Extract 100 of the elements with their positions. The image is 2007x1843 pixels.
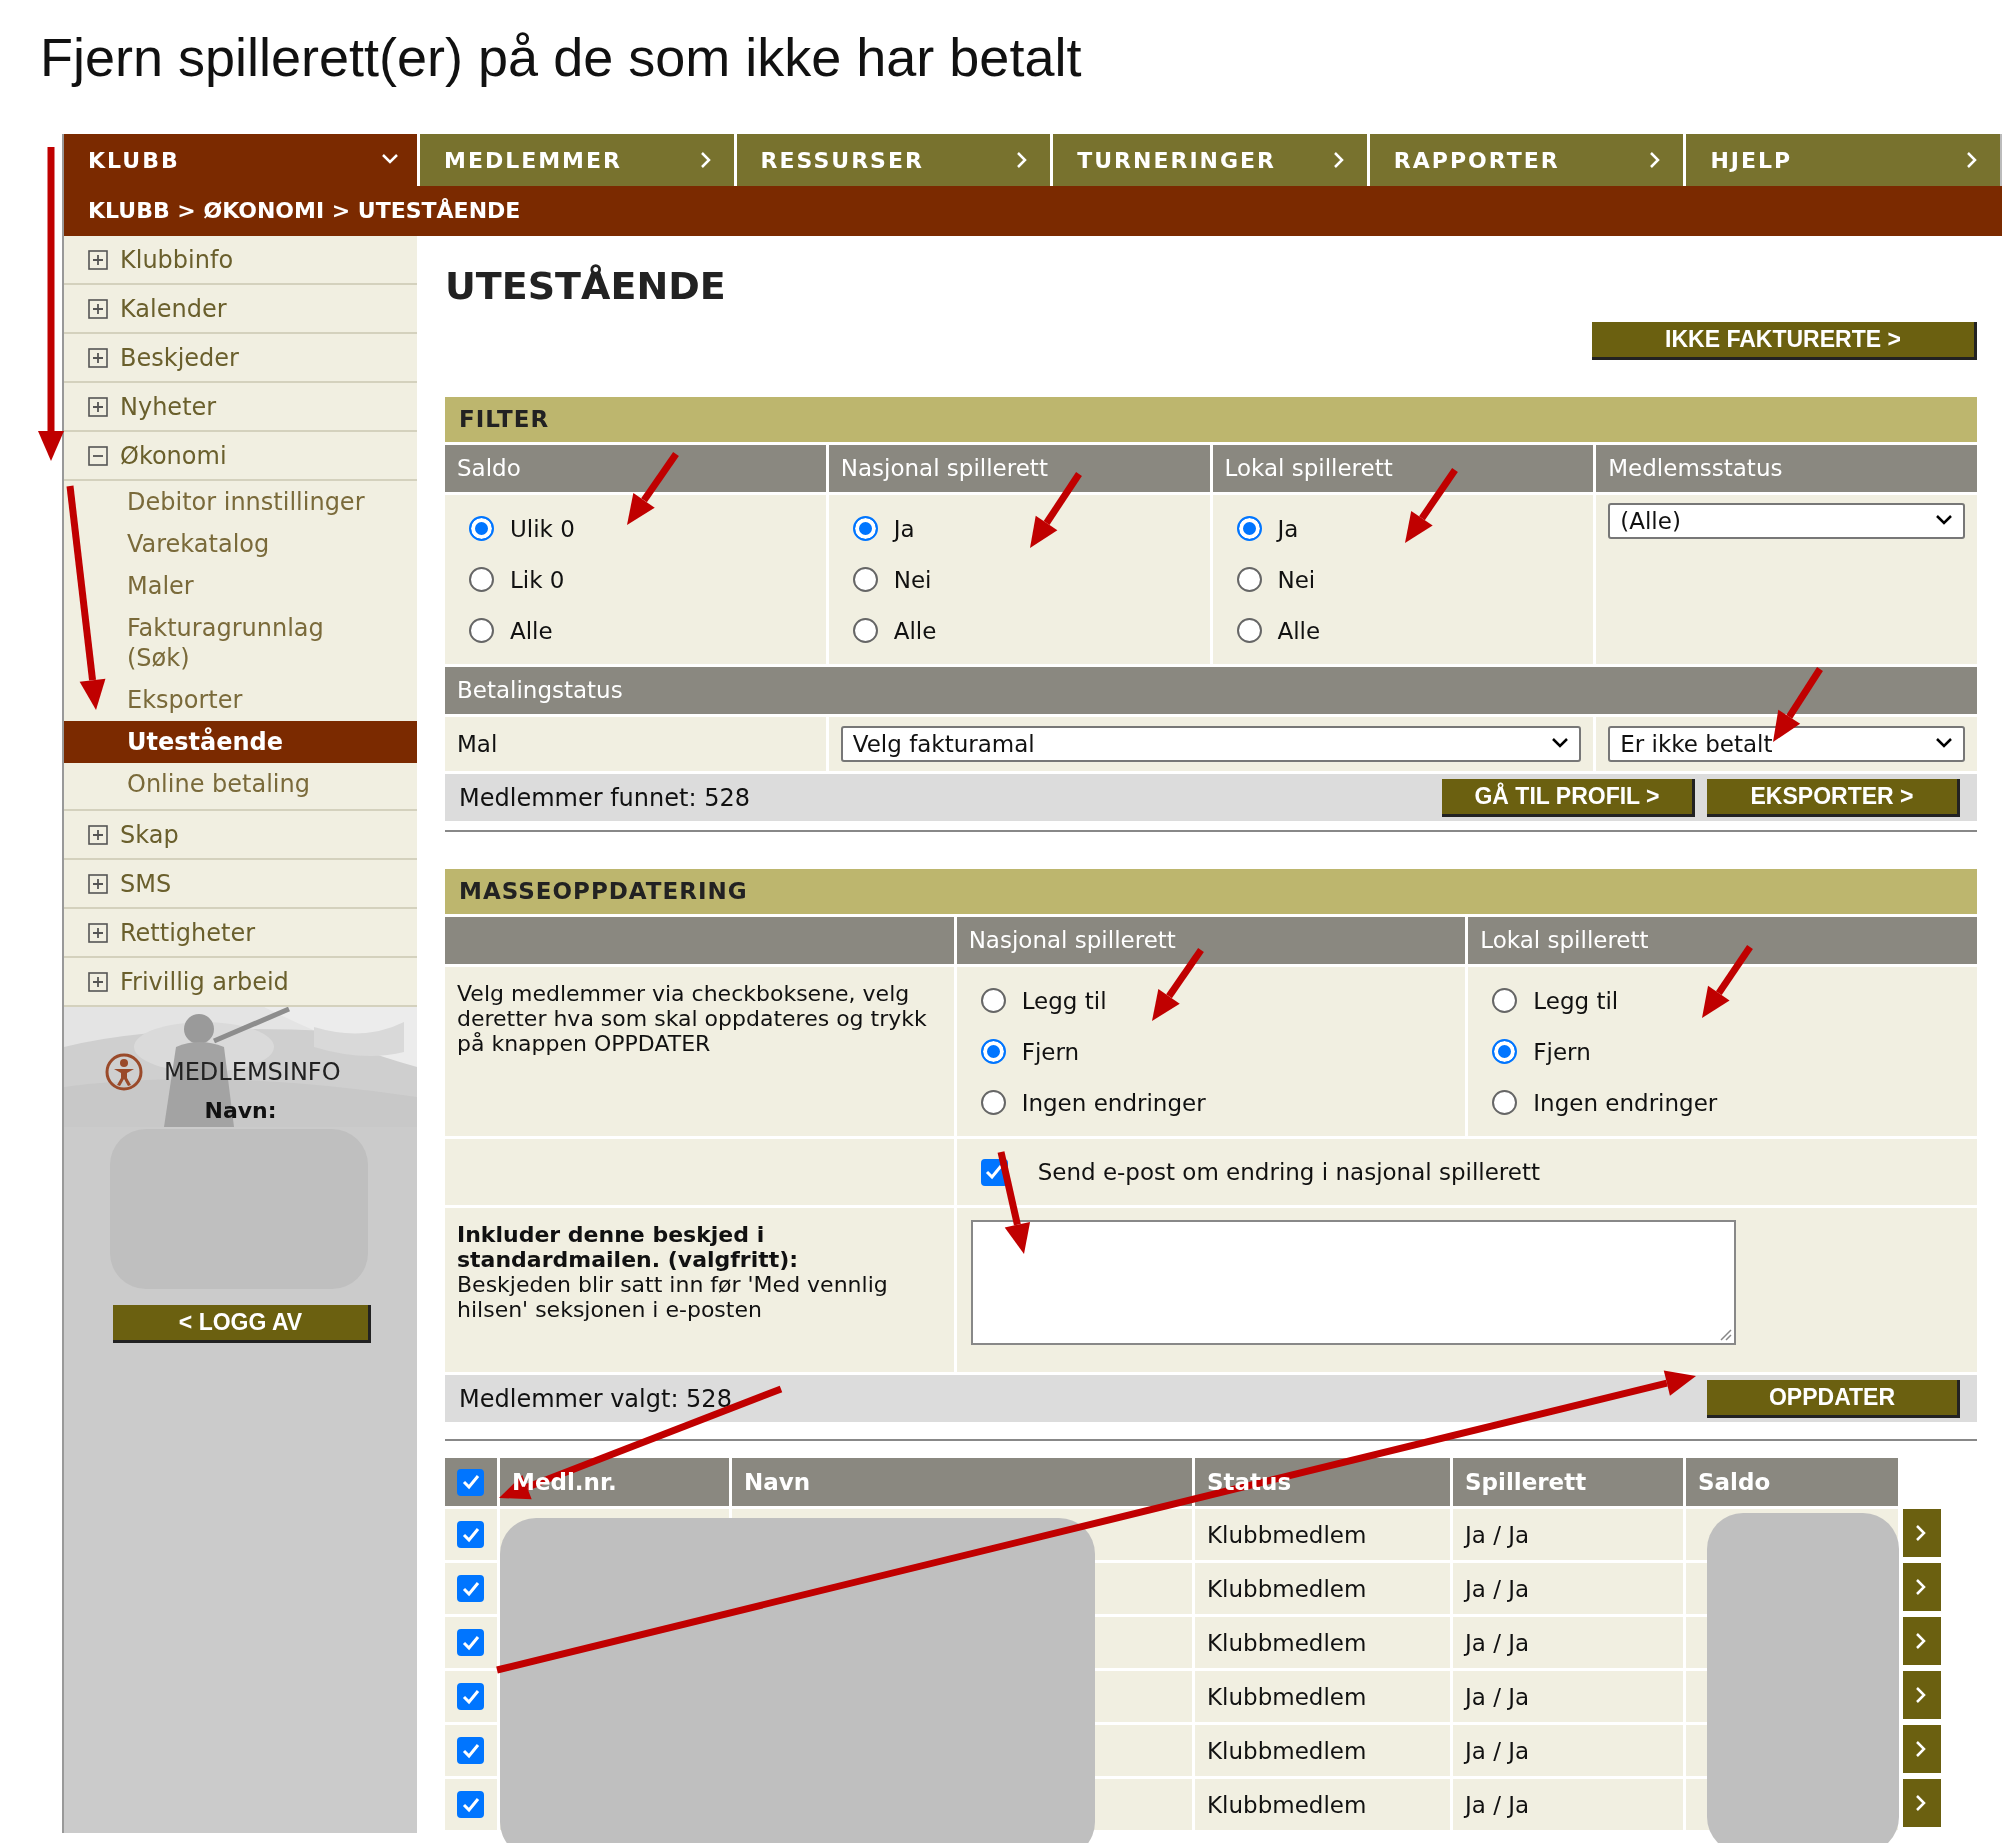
breadcrumb: KLUBB > ØKONOMI > UTESTÅENDE [64,186,2002,236]
row-open-button[interactable] [1903,1617,1941,1665]
option-label: Fjern [1021,1038,1080,1065]
radio-button[interactable] [1492,988,1518,1013]
logout-button[interactable]: < LOGG AV [113,1305,371,1343]
radio-button[interactable] [1492,1090,1518,1115]
option-label: Lik 0 [510,566,565,593]
table-cell: Ja / Ja [1453,1725,1683,1776]
checkbox-label: Send e-post om endring i nasjonal spillerett [1037,1159,1540,1185]
table-cell: Klubbmedlem [1195,1617,1450,1668]
option-label: Ingen endringer [1533,1089,1718,1116]
nav-tab[interactable]: KLUBB [64,134,417,186]
dropdown[interactable]: Er ikke betalt [1608,726,1965,762]
radio-button[interactable] [852,567,878,592]
table-cell: Ja / Ja [1453,1617,1683,1668]
option-label: Nei [893,566,932,593]
nav-tab[interactable]: RAPPORTER [1369,134,1684,186]
radio-button[interactable] [980,1039,1006,1064]
column-header: Lokal spillerett [1468,917,1977,964]
table-cell: Klubbmedlem [1195,1509,1450,1560]
not-invoiced-button[interactable]: IKKE FAKTURERTE > [1592,322,1977,360]
update-button[interactable]: OPPDATER [1707,1379,1960,1418]
section-title: MASSEOPPDATERING [445,869,1977,914]
column-header: Saldo [1686,1458,1898,1506]
radio-button[interactable] [469,618,494,643]
sidebar-item[interactable]: Skap [64,811,417,860]
sidebar-subitem[interactable]: Debitor innstillinger [64,481,417,523]
option-label: Ulik 0 [510,515,575,542]
checkbox[interactable] [457,1468,484,1496]
column-header: Spillerett [1453,1458,1683,1506]
radio-button[interactable] [980,988,1006,1013]
sidebar-subitem[interactable]: Online betaling [64,763,417,805]
radio-button[interactable] [469,516,494,541]
slide-title: Fjern spillerett(er) på de som ikke har betalt [39,26,1083,89]
dropdown[interactable]: Velg fakturamal [840,726,1582,762]
checkbox[interactable] [457,1521,484,1548]
row-open-button[interactable] [1903,1671,1941,1719]
checkbox[interactable] [457,1737,484,1764]
column-header: Nasjonal spillerett [828,445,1210,492]
export-button[interactable]: EKSPORTER > [1707,778,1960,817]
section-title: FILTER [445,397,1977,442]
field-label: Mal [457,731,498,757]
sidebar-subitem[interactable]: Eksporter [64,679,417,721]
sidebar-subitem[interactable]: Utestående [64,721,417,763]
nav-tab[interactable]: HJELP [1686,134,2000,186]
checkbox[interactable] [457,1629,484,1656]
option-label: Legg til [1533,987,1619,1014]
option-label: Legg til [1021,987,1107,1014]
option-label: Fjern [1533,1038,1591,1065]
page-heading: UTESTÅENDE [445,264,727,310]
option-label: Ja [1277,515,1299,542]
option-label: Nei [1277,566,1316,593]
radio-button[interactable] [1236,618,1262,643]
option-label: Ingen endringer [1021,1089,1206,1116]
nav-tab[interactable]: RESSURSER [736,134,1051,186]
row-open-button[interactable] [1903,1563,1941,1611]
radio-button[interactable] [852,516,878,541]
checkbox[interactable] [457,1791,484,1818]
table-cell: Klubbmedlem [1195,1671,1450,1722]
radio-button[interactable] [1492,1039,1518,1064]
selected-count: Medlemmer valgt: 528 [459,1384,732,1413]
column-header: Betalingstatus [445,667,1977,714]
row-open-button[interactable] [1903,1509,1941,1557]
sidebar-item[interactable]: Økonomi [64,432,417,481]
sidebar-subitem[interactable]: Fakturagrunnlag (Søk) [64,607,417,679]
radio-button[interactable] [980,1090,1006,1115]
sidebar-item[interactable]: Klubbinfo [64,236,417,285]
checkbox[interactable] [457,1683,484,1710]
row-open-button[interactable] [1903,1725,1941,1773]
profile-button[interactable]: GÅ TIL PROFIL > [1442,778,1695,817]
sidebar-item[interactable]: Kalender [64,285,417,334]
sidebar-item[interactable]: Beskjeder [64,334,417,383]
nav-tab[interactable]: MEDLEMMER [420,134,734,186]
person-icon [104,1052,144,1092]
table-cell: Klubbmedlem [1195,1725,1450,1776]
help-text: Beskjeden blir satt inn før 'Med vennlig hilsen' seksjonen i e-posten [457,1272,889,1322]
table-cell: Ja / Ja [1453,1563,1683,1614]
sidebar-subitem[interactable]: Varekatalog [64,523,417,565]
dropdown[interactable]: (Alle) [1608,503,1965,539]
radio-button[interactable] [852,618,878,643]
sidebar-item[interactable]: Nyheter [64,383,417,432]
row-open-button[interactable] [1903,1779,1941,1827]
nav-tab[interactable]: TURNERINGER [1053,134,1367,186]
radio-button[interactable] [1236,567,1262,592]
column-header: Saldo [445,445,826,492]
table-cell: Ja / Ja [1453,1509,1683,1560]
sidebar-subitem[interactable]: Maler [64,565,417,607]
radio-button[interactable] [469,567,494,592]
sidebar-item[interactable]: SMS [64,860,417,909]
option-label: Alle [1277,617,1321,644]
option-label: Alle [510,617,553,644]
table-cell: Ja / Ja [1453,1779,1683,1830]
result-count: Medlemmer funnet: 528 [459,783,750,812]
radio-button[interactable] [1236,516,1262,541]
table-cell: Ja / Ja [1453,1671,1683,1722]
sidebar-item[interactable]: Rettigheter [64,909,417,958]
message-field[interactable] [970,1220,1736,1345]
option-label: Ja [893,515,915,542]
field-label: Inkluder denne beskjed i standardmailen. (valgfritt): [457,1222,800,1272]
checkbox[interactable] [457,1575,484,1602]
